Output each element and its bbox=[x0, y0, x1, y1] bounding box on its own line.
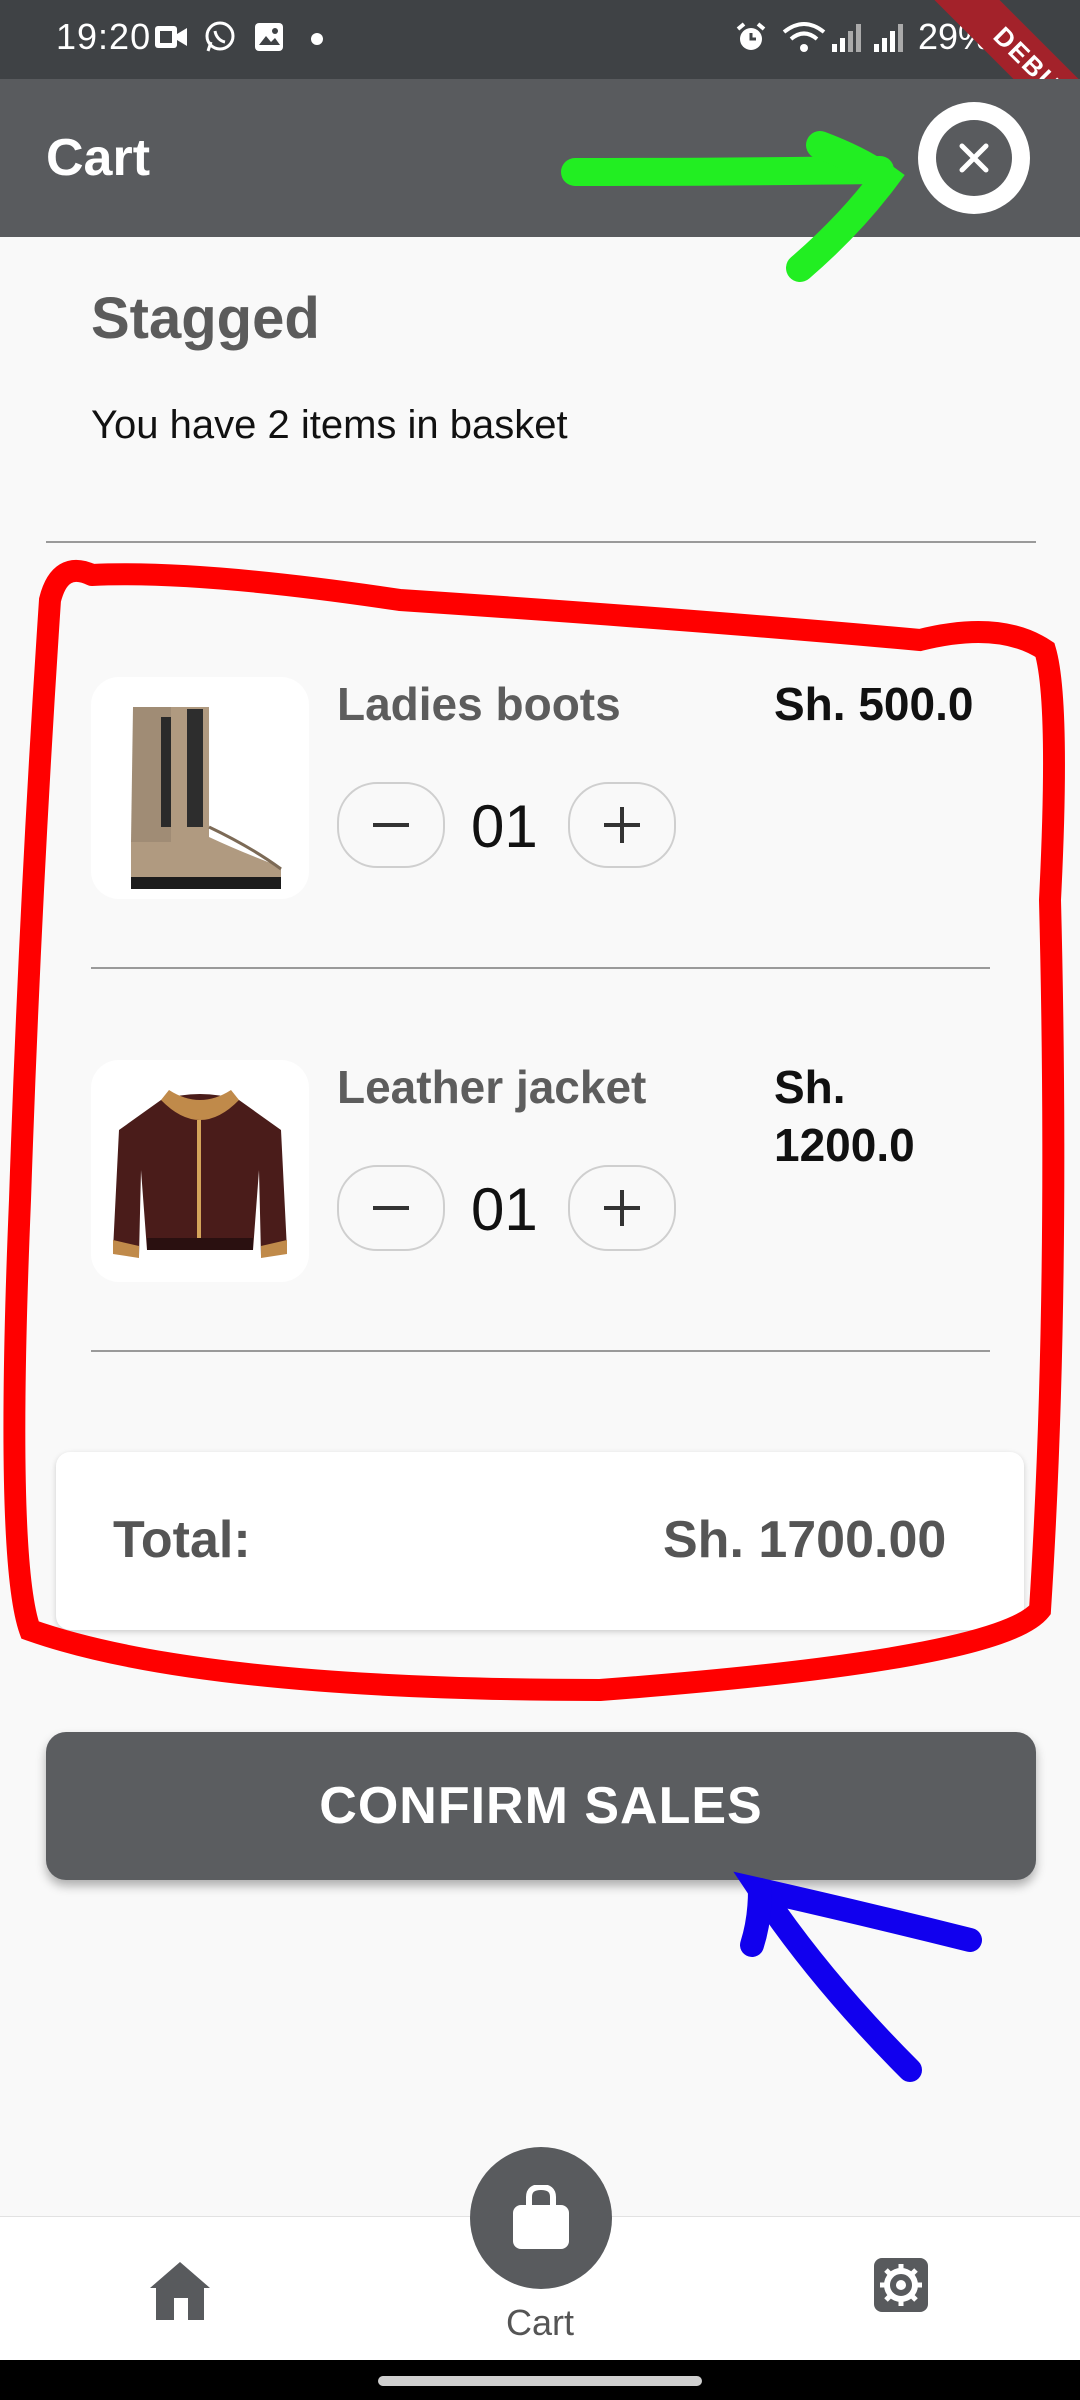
signal-icon bbox=[830, 20, 864, 54]
divider bbox=[46, 541, 1036, 543]
close-icon bbox=[936, 120, 1012, 196]
gallery-icon bbox=[252, 20, 286, 54]
boots-image bbox=[91, 677, 309, 899]
item-name: Ladies boots bbox=[337, 678, 621, 730]
decrease-quantity-button[interactable] bbox=[337, 1165, 445, 1251]
increase-quantity-button[interactable] bbox=[568, 1165, 676, 1251]
gear-icon[interactable] bbox=[872, 2256, 930, 2314]
video-call-icon bbox=[154, 20, 188, 54]
shopping-bag-icon bbox=[513, 2185, 569, 2249]
status-time: 19:20 bbox=[56, 16, 152, 57]
total-label: Total: bbox=[113, 1511, 251, 1569]
home-icon[interactable] bbox=[146, 2258, 214, 2322]
plus-icon bbox=[604, 807, 640, 843]
blue-arrow bbox=[733, 1871, 982, 2082]
confirm-sales-button[interactable]: CONFIRM SALES bbox=[46, 1732, 1036, 1880]
cart-nav-label: Cart bbox=[506, 2302, 575, 2343]
gesture-bar[interactable] bbox=[378, 2376, 702, 2386]
basket-summary: You have 2 items in basket bbox=[91, 403, 568, 447]
item-price-line1: Sh. bbox=[774, 1061, 846, 1113]
item-name: Leather jacket bbox=[337, 1061, 647, 1113]
item-price: Sh. 500.0 bbox=[774, 678, 974, 730]
increase-quantity-button[interactable] bbox=[568, 782, 676, 868]
alarm-icon bbox=[734, 20, 768, 54]
divider bbox=[91, 1350, 990, 1352]
item-quantity: 01 bbox=[471, 793, 538, 860]
notification-dot-icon bbox=[311, 33, 323, 45]
close-button[interactable] bbox=[918, 102, 1030, 214]
plus-icon bbox=[604, 1190, 640, 1226]
total-value: Sh. 1700.00 bbox=[663, 1511, 947, 1569]
whatsapp-icon bbox=[203, 20, 237, 54]
divider bbox=[91, 967, 990, 969]
minus-icon bbox=[373, 1206, 409, 1210]
item-price-line2: 1200.0 bbox=[774, 1119, 915, 1171]
page-title: Cart bbox=[46, 129, 151, 187]
shop-name: Stagged bbox=[91, 286, 320, 351]
signal-2-icon bbox=[872, 20, 906, 54]
wifi-icon bbox=[782, 20, 826, 54]
jacket-image bbox=[91, 1060, 309, 1282]
decrease-quantity-button[interactable] bbox=[337, 782, 445, 868]
item-quantity: 01 bbox=[471, 1176, 538, 1243]
cart-nav-button[interactable] bbox=[470, 2147, 612, 2289]
minus-icon bbox=[373, 823, 409, 827]
